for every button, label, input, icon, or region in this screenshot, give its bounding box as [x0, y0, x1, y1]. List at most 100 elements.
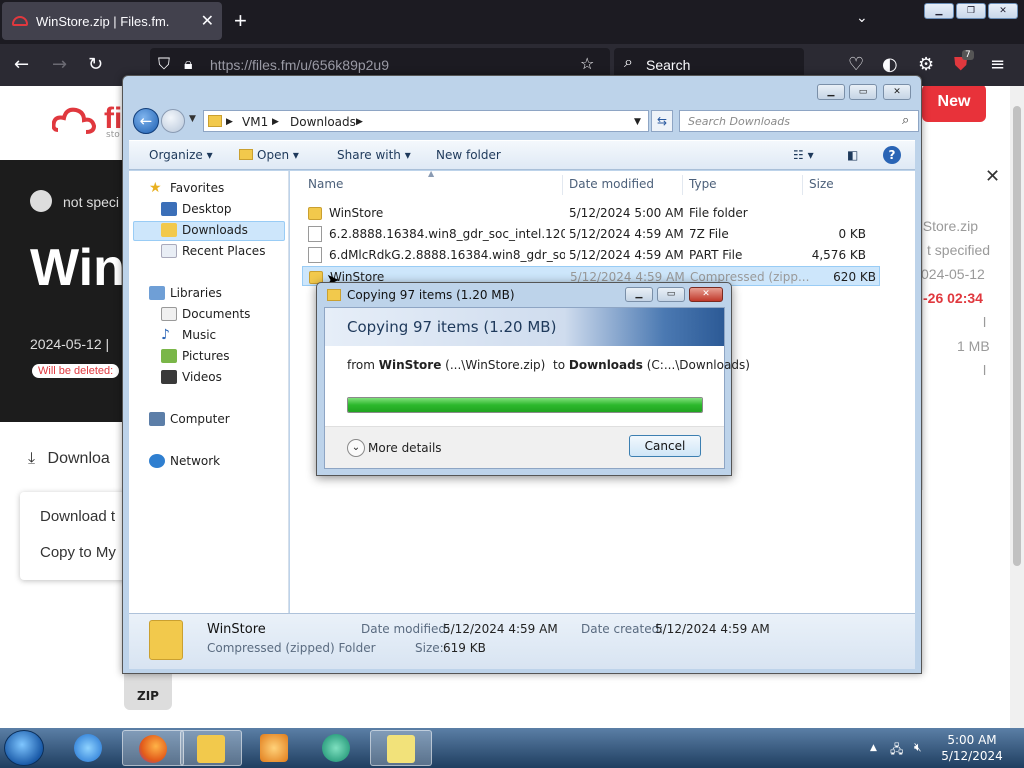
column-separator[interactable] [802, 175, 803, 195]
close-icon[interactable]: ✕ [985, 166, 1000, 187]
file-row[interactable]: 6.dMlcRdkG.2.8888.16384.win8_gdr_soc_i..… [302, 245, 880, 265]
start-button[interactable] [4, 730, 44, 766]
tray-expand-icon[interactable]: ▲ [870, 743, 877, 753]
breadcrumb-chevron-icon[interactable]: ▶ [356, 117, 363, 127]
menu-item-copy[interactable]: Copy to My [40, 544, 116, 561]
breadcrumb-chevron-icon[interactable]: ▶ [272, 117, 279, 127]
nav-desktop[interactable]: Desktop [161, 202, 232, 216]
dialog-minimize-button[interactable]: ▁ [625, 287, 653, 302]
file-icon [308, 247, 322, 263]
recent-pages-icon[interactable]: ▼ [189, 114, 196, 124]
page-scrollbar[interactable] [1010, 86, 1024, 728]
search-placeholder: Search [646, 57, 691, 73]
logo-subtext: sto [106, 130, 120, 140]
account-icon[interactable]: ◐ [882, 54, 898, 75]
file-row[interactable]: WinStore 5/12/2024 5:00 AM File folder [302, 203, 880, 223]
close-button[interactable]: ✕ [988, 3, 1018, 19]
search-icon[interactable]: ⌕ [902, 113, 909, 128]
taskbar-media-player[interactable] [244, 730, 306, 766]
reload-icon[interactable]: ↻ [88, 54, 103, 75]
help-icon[interactable]: ? [883, 146, 901, 164]
nav-downloads[interactable]: Downloads [161, 223, 248, 237]
organize-button[interactable]: Organize ▾ [149, 148, 213, 162]
list-all-tabs-icon[interactable]: ⌄ [856, 10, 868, 26]
nav-documents[interactable]: Documents [161, 307, 250, 321]
nav-favorites[interactable]: ★ Favorites [149, 181, 224, 195]
browser-tab[interactable]: WinStore.zip | Files.fm. ✕ [2, 2, 222, 40]
taskbar-ie[interactable] [58, 730, 120, 766]
nav-computer[interactable]: Computer [149, 412, 230, 426]
taskbar-explorer[interactable] [180, 730, 242, 766]
taskbar-app[interactable] [306, 730, 368, 766]
shield-icon[interactable]: ⛉ [158, 54, 170, 74]
details-type: Compressed (zipped) Folder [207, 641, 376, 655]
open-button[interactable]: Open ▾ [239, 148, 299, 162]
volume-muted-icon[interactable]: 🔇︎ [914, 740, 922, 755]
download-row[interactable]: ⤓ Downloa [28, 450, 110, 468]
restore-button[interactable]: ❐ [956, 3, 986, 19]
back-button[interactable]: ← [133, 108, 159, 134]
nav-network[interactable]: Network [149, 454, 220, 468]
breadcrumb-downloads[interactable]: Downloads [290, 115, 356, 129]
lock-icon[interactable]: 🔒︎ [184, 54, 193, 74]
source-name[interactable]: WinStore [379, 358, 442, 372]
breadcrumb-chevron-icon[interactable]: ▶ [226, 117, 233, 127]
media-player-icon [260, 734, 288, 762]
download-icon: ⤓ [28, 450, 36, 467]
taskbar-clock[interactable]: 5:00 AM 5/12/2024 [940, 732, 1004, 764]
minimize-button[interactable]: ▁ [924, 3, 954, 19]
column-separator[interactable] [562, 175, 563, 195]
preview-pane-icon[interactable]: ◧ [847, 148, 858, 162]
back-arrow-icon[interactable]: ← [14, 54, 29, 75]
view-options-icon[interactable]: ☷ ▾ [793, 148, 814, 162]
forward-button[interactable] [161, 109, 185, 133]
column-header-type[interactable]: Type [689, 177, 717, 191]
destination-name[interactable]: Downloads [569, 358, 643, 372]
column-header-date[interactable]: Date modified [569, 177, 654, 191]
forward-arrow-icon[interactable]: → [52, 54, 67, 75]
pocket-icon[interactable]: ♡ [848, 54, 864, 75]
cancel-button[interactable]: Cancel [629, 435, 701, 457]
nav-libraries[interactable]: Libraries [149, 286, 222, 300]
nav-videos[interactable]: Videos [161, 370, 222, 384]
nav-recent-places[interactable]: Recent Places [161, 244, 265, 258]
extensions-icon[interactable]: ⚙ [918, 54, 934, 75]
address-dropdown-icon[interactable]: ▼ [634, 117, 641, 127]
new-tab-button[interactable]: + [234, 8, 247, 34]
bookmark-star-icon[interactable]: ☆ [580, 54, 594, 73]
column-separator[interactable] [682, 175, 683, 195]
url-text[interactable]: https://files.fm/u/656k89p2u9 [210, 57, 389, 73]
taskbar-notes[interactable] [370, 730, 432, 766]
network-icon [149, 454, 165, 468]
scrollbar-thumb[interactable] [1013, 106, 1021, 566]
more-details-toggle[interactable]: ⌄ More details [347, 439, 442, 457]
tab-close-icon[interactable]: ✕ [201, 11, 214, 31]
column-header-size[interactable]: Size [809, 177, 834, 191]
info-expire: -26 02:34 [923, 290, 983, 306]
folder-icon [208, 115, 222, 127]
nav-pictures[interactable]: Pictures [161, 349, 230, 363]
nav-music[interactable]: ♪ Music [161, 328, 216, 342]
refresh-icon[interactable]: ⇆ [651, 110, 673, 132]
explorer-close-button[interactable]: ✕ [883, 84, 911, 100]
breadcrumb-vm1[interactable]: VM1 [242, 115, 268, 129]
share-with-button[interactable]: Share with ▾ [337, 148, 411, 162]
dialog-maximize-button[interactable]: ▭ [657, 287, 685, 302]
address-bar[interactable]: ▶ VM1 ▶ Downloads ▶ ▼ [203, 110, 649, 132]
explorer-maximize-button[interactable]: ▭ [849, 84, 877, 100]
search-downloads-input[interactable]: Search Downloads ⌕ [679, 110, 919, 132]
open-icon [239, 149, 253, 160]
videos-icon [161, 370, 177, 384]
network-tray-icon[interactable]: 🖧︎ [890, 740, 903, 761]
column-header-name[interactable]: Name [308, 177, 343, 191]
firefox-icon [139, 735, 167, 763]
taskbar-firefox[interactable] [122, 730, 184, 766]
explorer-minimize-button[interactable]: ▁ [817, 84, 845, 100]
dialog-title: Copying 97 items (1.20 MB) [347, 288, 515, 302]
dialog-close-button[interactable]: ✕ [689, 287, 723, 302]
menu-item-download[interactable]: Download t [40, 508, 115, 525]
menu-hamburger-icon[interactable]: ≡ [990, 54, 1005, 75]
file-row[interactable]: 6.2.8888.16384.win8_gdr_soc_intel.120724… [302, 224, 880, 244]
new-button[interactable]: New [922, 86, 986, 122]
new-folder-button[interactable]: New folder [436, 148, 501, 162]
